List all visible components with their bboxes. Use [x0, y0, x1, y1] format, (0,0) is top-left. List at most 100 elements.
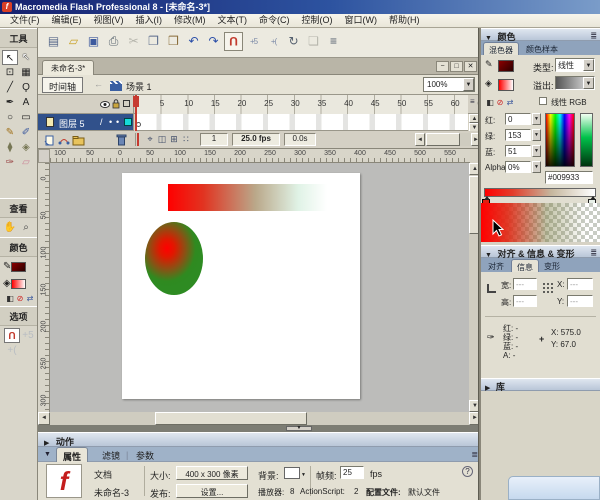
copy-icon[interactable]: ❐: [144, 32, 163, 51]
black-white-icon[interactable]: ◧: [485, 98, 495, 108]
x-field[interactable]: ---: [567, 278, 593, 290]
close-button[interactable]: ✕: [464, 61, 477, 72]
tab-info[interactable]: 信息: [511, 259, 539, 272]
elapsed-time-field[interactable]: 0.0s: [284, 133, 316, 146]
no-color-icon[interactable]: ⊘: [15, 294, 25, 304]
redo-icon[interactable]: ↷: [204, 32, 223, 51]
pencil-tool[interactable]: ✎: [2, 125, 18, 140]
gradient-transform-tool[interactable]: ▦: [18, 65, 34, 80]
panel-menu-icon[interactable]: ≣: [590, 248, 597, 257]
paste-icon[interactable]: ❒: [164, 32, 183, 51]
background-swatch-arrow[interactable]: ▼: [301, 472, 306, 478]
color-spectrum-picker[interactable]: [545, 113, 575, 167]
color-component-field[interactable]: 153: [505, 129, 531, 141]
delete-layer-icon[interactable]: [116, 133, 127, 146]
straighten-icon[interactable]: +(: [264, 32, 283, 51]
menu-item[interactable]: 帮助(H): [383, 14, 426, 27]
frame-rate-field[interactable]: 25.0 fps: [232, 133, 280, 146]
tab-parameters[interactable]: 参数: [130, 447, 160, 462]
center-frame-icon[interactable]: ⌖: [144, 133, 156, 145]
timeline-hscroll-thumb[interactable]: [426, 133, 460, 146]
onion-skin-icon[interactable]: ◫: [156, 133, 168, 145]
snap-option-icon[interactable]: U: [4, 328, 20, 343]
color-component-field[interactable]: 0%: [505, 161, 531, 173]
zoom-select[interactable]: 100%▼: [423, 77, 475, 92]
panel-menu-icon[interactable]: ≣: [590, 31, 597, 40]
size-button[interactable]: 400 x 300 像素: [176, 466, 248, 480]
gradient-oval-shape[interactable]: [145, 222, 203, 295]
stage-hscroll-thumb[interactable]: [155, 412, 307, 425]
doc-name[interactable]: 未命名-3: [94, 486, 129, 499]
black-white-icon[interactable]: ◧: [5, 294, 15, 304]
width-field[interactable]: ---: [513, 278, 537, 290]
hex-color-field[interactable]: #009933: [545, 171, 593, 184]
menu-item[interactable]: 文件(F): [4, 14, 46, 27]
hand-tool[interactable]: ✋: [2, 220, 18, 235]
tab-properties[interactable]: 属性: [56, 447, 88, 462]
new-document-icon[interactable]: ▤: [44, 32, 63, 51]
layer-name-cell[interactable]: 图层 5 / • •: [38, 114, 134, 131]
spinner-arrow[interactable]: ▼: [532, 129, 541, 141]
tab-color-swatches[interactable]: 颜色样本: [521, 42, 563, 55]
no-color-icon[interactable]: ⊘: [495, 98, 505, 108]
color-component-field[interactable]: 0: [505, 113, 531, 125]
gradient-preview[interactable]: [481, 203, 600, 242]
tab-transform[interactable]: 变形: [539, 259, 565, 272]
overflow-select[interactable]: ▼: [555, 76, 595, 90]
timeline-hscroll-left[interactable]: ◄: [415, 133, 425, 146]
align-icon[interactable]: ≡: [324, 32, 343, 51]
pen-tool[interactable]: ✒: [2, 95, 18, 110]
stroke-color-swatch[interactable]: [11, 262, 26, 272]
onion-skin-outlines-icon[interactable]: ⊞: [168, 133, 180, 145]
background-color-swatch[interactable]: [284, 467, 300, 479]
frame-ruler[interactable]: 5101520253035404550556065: [135, 95, 468, 114]
subselection-tool[interactable]: ↖: [18, 50, 34, 65]
profile-value[interactable]: 默认文件: [408, 487, 440, 498]
menu-item[interactable]: 视图(V): [88, 14, 130, 27]
add-motion-guide-icon[interactable]: [58, 134, 70, 146]
eraser-tool[interactable]: ▱: [18, 155, 34, 170]
publish-settings-button[interactable]: 设置...: [176, 484, 248, 498]
undo-icon[interactable]: ↶: [184, 32, 203, 51]
lock-layers-icon[interactable]: [112, 99, 120, 109]
fps-field[interactable]: 25: [340, 466, 364, 479]
height-field[interactable]: ---: [513, 295, 537, 307]
menu-item[interactable]: 编辑(E): [46, 14, 88, 27]
menu-item[interactable]: 命令(C): [253, 14, 296, 27]
save-icon[interactable]: ▣: [84, 32, 103, 51]
collapse-handle[interactable]: ▼: [286, 426, 312, 431]
zoom-tool[interactable]: ⌕: [18, 220, 34, 235]
swap-colors-icon[interactable]: ⇄: [25, 294, 35, 304]
gradient-type-select[interactable]: 线性▼: [555, 58, 595, 72]
tab-align[interactable]: 对齐: [483, 259, 509, 272]
panel-resize-grip[interactable]: ▼: [38, 425, 481, 432]
timeline-toggle-button[interactable]: 时间轴: [42, 77, 83, 93]
outline-layers-icon[interactable]: [123, 100, 130, 107]
layer-lock-dot[interactable]: •: [116, 117, 119, 127]
smooth-icon[interactable]: +5: [244, 32, 263, 51]
minimize-button[interactable]: −: [436, 61, 449, 72]
registration-point-grid[interactable]: [542, 282, 553, 293]
swap-colors-icon[interactable]: ⇄: [505, 98, 515, 108]
layer-outline-color-swatch[interactable]: [124, 118, 132, 126]
spinner-arrow[interactable]: ▼: [532, 145, 541, 157]
insert-folder-icon[interactable]: [72, 134, 85, 146]
panel-menu-icon[interactable]: ≣: [471, 450, 478, 459]
frames-row[interactable]: [135, 114, 468, 131]
tab-filters[interactable]: 滤镜: [96, 447, 126, 462]
brush-tool[interactable]: ✐: [18, 125, 34, 140]
document-tab[interactable]: 未命名-3*: [42, 60, 94, 75]
playhead[interactable]: [135, 95, 137, 131]
rotate-ccw-icon[interactable]: ↻: [284, 32, 303, 51]
snap-magnet-icon[interactable]: U: [224, 32, 243, 51]
align-info-panel-header[interactable]: ▼ 对齐 & 信息 & 变形 ≣: [481, 245, 600, 258]
rectangle-tool[interactable]: ▭: [18, 110, 34, 125]
layer-visible-dot[interactable]: •: [109, 117, 112, 127]
lasso-tool[interactable]: Ϙ: [18, 80, 34, 95]
open-icon[interactable]: ▱: [64, 32, 83, 51]
color-component-field[interactable]: 51: [505, 145, 531, 157]
ink-bottle-tool[interactable]: ⧫: [2, 140, 18, 155]
free-transform-tool[interactable]: ⊡: [2, 65, 18, 80]
fill-color-swatch[interactable]: [11, 279, 26, 289]
frame-view-options-icon[interactable]: ≡: [470, 97, 475, 106]
